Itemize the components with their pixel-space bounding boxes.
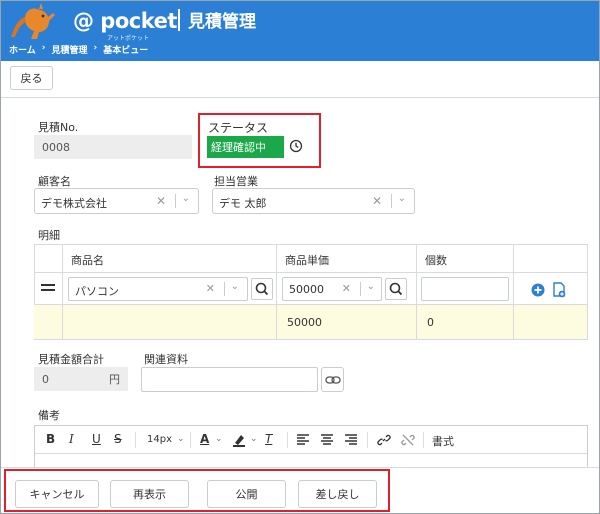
link-icon xyxy=(324,375,341,384)
font-color-button[interactable]: A xyxy=(200,432,209,446)
header-qty: 個数 xyxy=(425,254,447,267)
app-header: @ pocket アットポケット 見積管理 ホーム › 見積管理 › 基本ビュー xyxy=(1,1,599,61)
app-window: @ pocket アットポケット 見積管理 ホーム › 見積管理 › 基本ビュー… xyxy=(0,0,600,514)
link-button[interactable] xyxy=(321,367,344,392)
chevron-down-icon[interactable]: ⌄ xyxy=(231,281,239,292)
total-unit: 円 xyxy=(109,373,120,386)
estimate-no-label: 見積No. xyxy=(38,121,79,134)
back-button[interactable]: 戻る xyxy=(10,66,53,90)
logo-subtext: アットポケット xyxy=(107,35,150,42)
breadcrumb-view[interactable]: 基本ビュー xyxy=(103,43,148,56)
highlight-icon[interactable] xyxy=(232,433,246,447)
link-icon[interactable] xyxy=(377,433,391,447)
editor-toolbar: B I U S 14px ⌄ A ⌄ ⌄ T 書式 xyxy=(35,426,587,454)
details-table: 商品名 商品単価 個数 パソコン ✕ ⌄ 50000 ✕ ⌄ 50000 0 xyxy=(34,244,588,340)
app-logo[interactable]: @ pocket アットポケット xyxy=(7,3,177,42)
search-icon xyxy=(255,282,269,296)
chevron-down-icon[interactable]: ⌄ xyxy=(367,281,375,292)
header-product: 商品名 xyxy=(71,254,104,267)
chevron-down-icon[interactable]: ⌄ xyxy=(177,434,185,444)
chevron-down-icon[interactable]: ⌄ xyxy=(250,434,258,444)
clear-icon[interactable]: ✕ xyxy=(342,282,351,295)
customer-label: 顧客名 xyxy=(38,175,71,188)
clear-format-button[interactable]: T xyxy=(265,432,272,446)
header-price: 商品単価 xyxy=(285,254,329,267)
table-header: 商品名 xyxy=(63,244,277,273)
format-style-button[interactable]: 書式 xyxy=(432,433,454,449)
summary-price-cell: 50000 xyxy=(277,305,417,340)
price-select[interactable]: 50000 ✕ ⌄ xyxy=(282,277,382,301)
app-title: 見積管理 xyxy=(188,12,256,32)
total-label: 見積金額合計 xyxy=(38,353,104,366)
breadcrumb-separator-icon: › xyxy=(41,43,46,53)
sales-select[interactable]: デモ 太郎 ✕ ⌄ xyxy=(212,188,415,214)
breadcrumb-home[interactable]: ホーム xyxy=(9,43,36,56)
price-lookup-button[interactable] xyxy=(385,278,407,300)
related-label: 関連資料 xyxy=(144,353,188,366)
underline-button[interactable]: U xyxy=(92,432,101,446)
summary-qty: 0 xyxy=(427,316,434,329)
bold-button[interactable]: B xyxy=(46,432,55,446)
record-toolbar: 戻る xyxy=(1,61,599,98)
product-value: パソコン xyxy=(75,285,119,298)
product-lookup-button[interactable] xyxy=(251,278,273,300)
strikethrough-button[interactable]: S xyxy=(114,432,122,446)
align-left-icon[interactable] xyxy=(297,434,309,445)
clear-icon[interactable]: ✕ xyxy=(156,194,166,208)
drag-handle[interactable] xyxy=(34,273,63,305)
italic-button[interactable]: I xyxy=(69,432,74,446)
related-link-input[interactable] xyxy=(141,367,318,392)
clear-icon[interactable]: ✕ xyxy=(206,282,215,295)
chevron-down-icon[interactable]: ⌄ xyxy=(182,193,190,204)
table-header: 商品単価 xyxy=(277,244,417,273)
sales-label: 担当営業 xyxy=(214,175,258,188)
header-divider xyxy=(178,9,180,31)
search-icon xyxy=(389,282,403,296)
copy-row-icon[interactable] xyxy=(552,282,566,298)
breadcrumb-separator-icon: › xyxy=(93,43,98,53)
kangaroo-logo-icon xyxy=(11,3,55,39)
price-value: 50000 xyxy=(289,283,324,296)
qty-input[interactable] xyxy=(421,277,509,301)
total-value: 0 xyxy=(42,372,49,386)
table-header: 個数 xyxy=(417,244,514,273)
add-row-icon[interactable] xyxy=(531,283,545,297)
record-form: 見積No. 0008 ステータス 経理確認中 顧客名 デモ株式会社 ✕ ⌄ 担当… xyxy=(1,99,599,513)
status-highlight-box xyxy=(198,113,321,168)
total-field: 0 円 xyxy=(34,367,128,391)
sales-value: デモ 太郎 xyxy=(219,197,267,210)
actions-highlight-box xyxy=(4,469,390,512)
align-right-icon[interactable] xyxy=(345,434,357,445)
unlink-icon[interactable] xyxy=(401,433,415,447)
chevron-down-icon[interactable]: ⌄ xyxy=(398,193,406,204)
details-label: 明細 xyxy=(38,229,60,242)
breadcrumb: ホーム › 見積管理 › 基本ビュー xyxy=(9,43,148,56)
summary-qty-cell: 0 xyxy=(417,305,514,340)
customer-select[interactable]: デモ株式会社 ✕ ⌄ xyxy=(34,188,199,214)
summary-price: 50000 xyxy=(287,316,322,329)
estimate-no-field: 0008 xyxy=(34,135,192,159)
select-divider xyxy=(175,194,176,208)
logo-text: @ pocket xyxy=(73,9,177,33)
select-divider xyxy=(391,194,392,208)
table-row: パソコン ✕ ⌄ xyxy=(63,273,277,305)
breadcrumb-app[interactable]: 見積管理 xyxy=(51,43,87,56)
font-size-select[interactable]: 14px xyxy=(147,434,172,445)
notes-label: 備考 xyxy=(38,409,60,422)
chevron-down-icon[interactable]: ⌄ xyxy=(215,434,223,444)
customer-value: デモ株式会社 xyxy=(41,197,107,210)
align-center-icon[interactable] xyxy=(321,434,333,445)
product-select[interactable]: パソコン ✕ ⌄ xyxy=(68,277,248,301)
clear-icon[interactable]: ✕ xyxy=(372,194,382,208)
